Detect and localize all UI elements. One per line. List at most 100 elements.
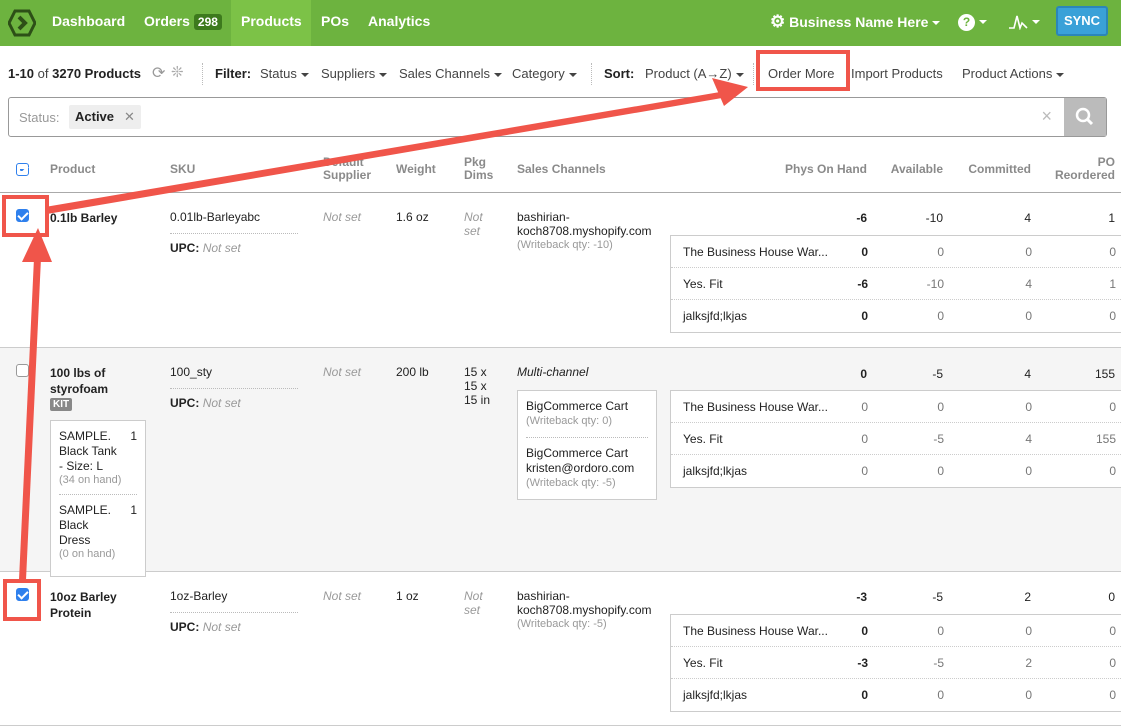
nav-orders[interactable]: Orders 298 xyxy=(134,0,232,46)
warehouse-value: 0 xyxy=(1109,400,1116,414)
col-sales-channels[interactable]: Sales Channels xyxy=(517,163,606,176)
default-supplier[interactable]: Not set xyxy=(323,589,361,603)
warehouse-value[interactable]: 0 xyxy=(808,309,868,323)
warehouse-name[interactable]: jalksjfd;lkjas xyxy=(683,688,747,702)
default-supplier[interactable]: Not set xyxy=(323,210,361,224)
col-pkg-dims[interactable]: Pkg Dims xyxy=(464,156,504,182)
product-name[interactable]: 100 lbs of styrofoam xyxy=(50,365,125,397)
gear-icon: ⚙ xyxy=(770,12,786,31)
col-committed[interactable]: Committed xyxy=(951,163,1031,176)
warehouse-name[interactable]: jalksjfd;lkjas xyxy=(683,309,747,323)
activity-menu[interactable] xyxy=(998,0,1050,46)
col-phys-on-hand[interactable]: Phys On Hand xyxy=(767,163,867,176)
import-products-button[interactable]: Import Products xyxy=(851,66,943,81)
product-name[interactable]: 10oz Barley Protein xyxy=(50,589,125,621)
caret-down-icon xyxy=(979,20,987,25)
business-menu[interactable]: ⚙ Business Name Here xyxy=(760,0,950,46)
divider xyxy=(753,63,754,85)
sort-dropdown[interactable]: Product (A→Z) xyxy=(645,66,744,81)
activity-pulse-icon xyxy=(1009,16,1028,31)
expand-collapse-icon[interactable]: ❊ xyxy=(171,63,184,81)
remove-chip-icon[interactable]: ✕ xyxy=(124,109,135,124)
writeback-qty: (Writeback qty: 0) xyxy=(526,415,612,427)
row-checkbox[interactable] xyxy=(16,209,29,222)
upc-value: Not set xyxy=(202,396,241,410)
warehouse-row: The Business House War... 0 0 0 0 xyxy=(671,391,1121,423)
col-po-reordered[interactable]: PO Reordered xyxy=(1045,156,1115,182)
warehouse-value[interactable]: 0 xyxy=(808,400,868,414)
col-default-supplier[interactable]: Default Supplier xyxy=(323,156,383,182)
filter-category[interactable]: Category xyxy=(512,66,577,81)
kit-component: SAMPLE. Black Dress 1 (0 on hand) xyxy=(59,495,137,568)
filter-suppliers[interactable]: Suppliers xyxy=(321,66,388,81)
warehouse-value[interactable]: -6 xyxy=(808,277,868,291)
col-available[interactable]: Available xyxy=(863,163,943,176)
product-name[interactable]: 0.1lb Barley xyxy=(50,210,125,226)
filter-status[interactable]: Status xyxy=(260,66,309,81)
clear-search-icon[interactable]: × xyxy=(1041,106,1052,127)
warehouse-name[interactable]: The Business House War... xyxy=(683,624,828,638)
weight: 1.6 oz xyxy=(396,210,429,224)
warehouse-value: 0 xyxy=(1109,464,1116,478)
total-available: -10 xyxy=(925,211,943,225)
row-checkbox[interactable] xyxy=(16,364,29,377)
select-all-checkbox[interactable] xyxy=(16,163,29,176)
help-menu[interactable]: ? xyxy=(948,0,997,46)
warehouse-value: 0 xyxy=(1025,309,1032,323)
warehouse-value[interactable]: 0 xyxy=(808,688,868,702)
nav-products[interactable]: Products xyxy=(231,0,311,46)
warehouse-name[interactable]: Yes. Fit xyxy=(683,656,723,670)
channel-list: BigCommerce Cart (Writeback qty: 0) BigCom… xyxy=(517,390,657,500)
warehouse-value: 0 xyxy=(1109,245,1116,259)
warehouse-value[interactable]: 0 xyxy=(808,624,868,638)
warehouse-value[interactable]: 0 xyxy=(808,464,868,478)
col-weight[interactable]: Weight xyxy=(396,163,436,176)
sync-button[interactable]: SYNC xyxy=(1056,6,1108,36)
nav-analytics[interactable]: Analytics xyxy=(358,0,440,46)
filter-sales-channels[interactable]: Sales Channels xyxy=(399,66,503,81)
warehouse-row: Yes. Fit -3 -5 2 0 xyxy=(671,647,1121,679)
search-bar[interactable]: Status: Active ✕ × xyxy=(8,97,1107,137)
nav-dashboard[interactable]: Dashboard xyxy=(42,0,135,46)
default-supplier[interactable]: Not set xyxy=(323,365,361,379)
warehouse-name[interactable]: Yes. Fit xyxy=(683,432,723,446)
warehouse-value: -10 xyxy=(926,277,944,291)
nav-pos[interactable]: POs xyxy=(311,0,359,46)
warehouse-value[interactable]: -3 xyxy=(808,656,868,670)
warehouse-value: 1 xyxy=(1109,277,1116,291)
component-name[interactable]: SAMPLE. Black Dress xyxy=(59,503,121,548)
warehouse-value[interactable]: 0 xyxy=(808,432,868,446)
sales-channel: Multi-channel xyxy=(517,365,589,379)
filter-label: Sales Channels xyxy=(399,66,491,81)
total-phys-on-hand: -3 xyxy=(856,590,867,604)
refresh-icon[interactable]: ⟳ xyxy=(152,63,165,83)
caret-down-icon xyxy=(379,72,388,77)
search-button[interactable] xyxy=(1064,98,1106,136)
total-available: -5 xyxy=(932,590,943,604)
actions-label: Product Actions xyxy=(962,66,1053,81)
ordoro-logo-icon[interactable] xyxy=(8,9,36,37)
row-checkbox[interactable] xyxy=(16,588,29,601)
status-chip: Active ✕ xyxy=(69,105,141,129)
warehouse-name[interactable]: jalksjfd;lkjas xyxy=(683,464,747,478)
warehouse-value[interactable]: 0 xyxy=(808,245,868,259)
upc-label: UPC: xyxy=(170,620,200,634)
component-name[interactable]: SAMPLE. Black Tank - Size: L xyxy=(59,429,121,474)
help-icon: ? xyxy=(958,13,975,31)
sales-channel: bashirian-koch8708.myshopify.com (Writeba… xyxy=(517,210,662,252)
pkg-dims: Not set xyxy=(464,589,483,617)
component-onhand: (34 on hand) xyxy=(59,474,122,486)
warehouse-value: 0 xyxy=(937,624,944,638)
warehouse-value: 0 xyxy=(937,688,944,702)
component-qty: 1 xyxy=(130,503,137,517)
order-more-button[interactable]: Order More xyxy=(768,66,834,81)
col-product[interactable]: Product xyxy=(50,163,95,176)
warehouse-name[interactable]: The Business House War... xyxy=(683,245,828,259)
warehouse-name[interactable]: Yes. Fit xyxy=(683,277,723,291)
warehouse-name[interactable]: The Business House War... xyxy=(683,400,828,414)
warehouse-value: 155 xyxy=(1095,432,1116,446)
product-actions-menu[interactable]: Product Actions xyxy=(962,66,1065,81)
pkg-dims: Not set xyxy=(464,210,483,238)
nav-label: Analytics xyxy=(368,13,431,29)
col-sku[interactable]: SKU xyxy=(170,163,195,176)
